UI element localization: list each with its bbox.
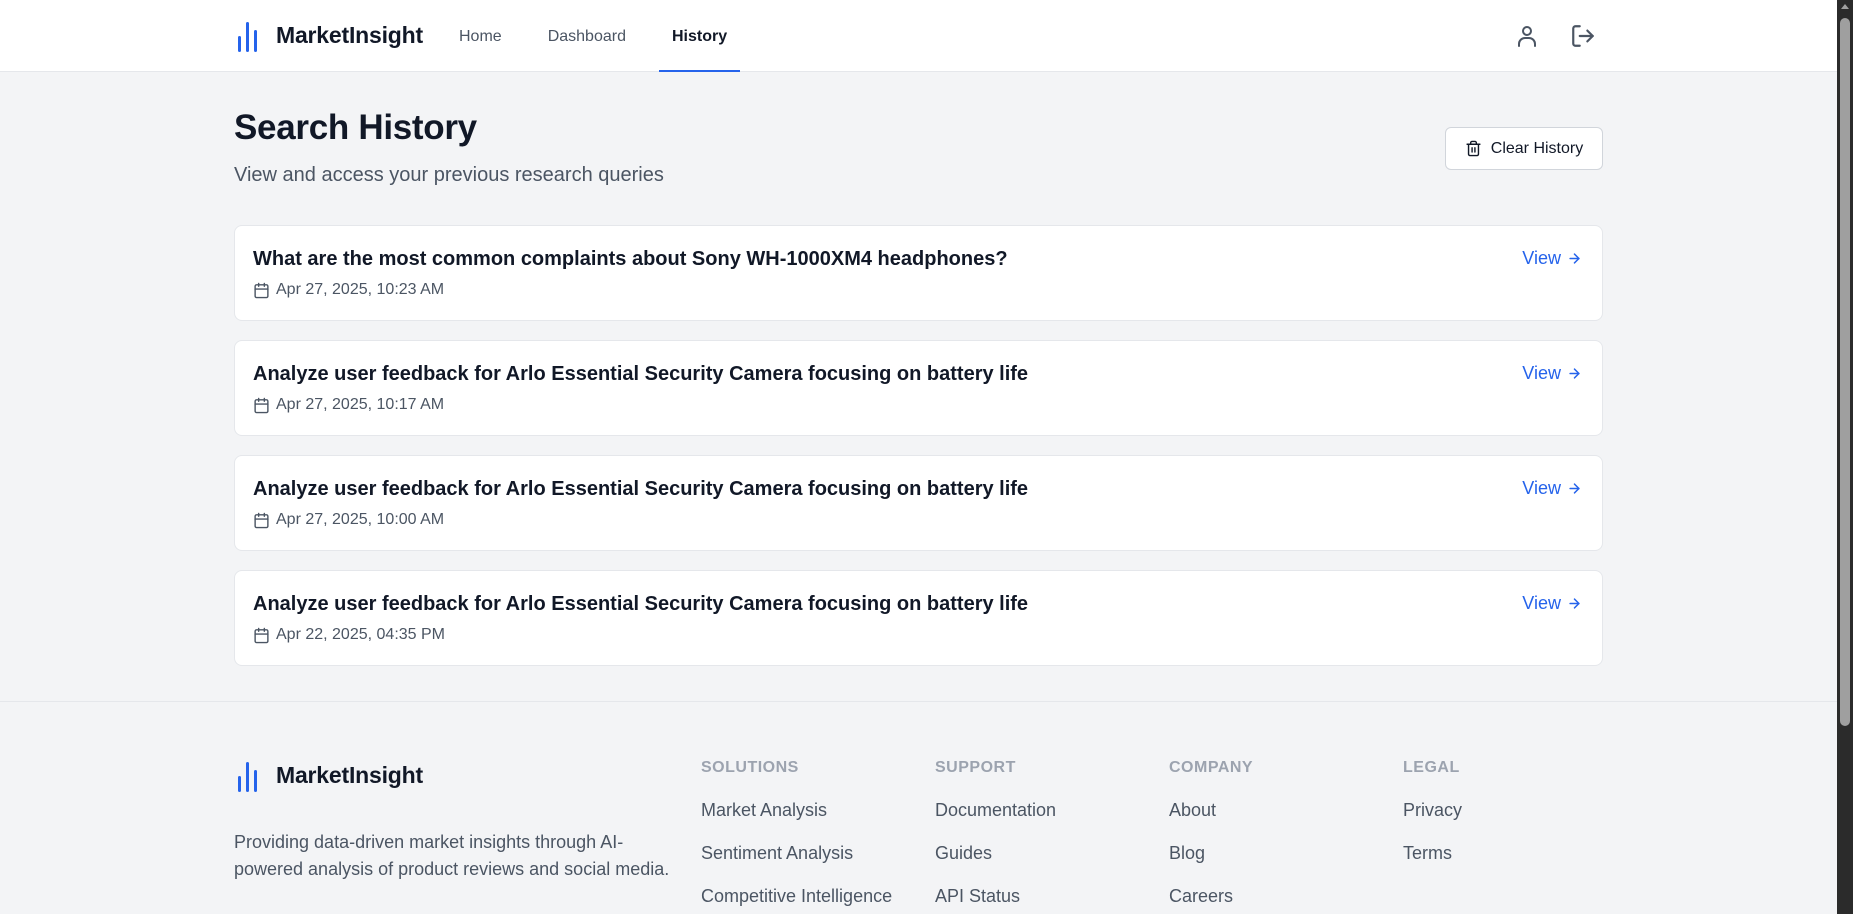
view-link-label: View [1522, 478, 1561, 498]
history-date-text: Apr 27, 2025, 10:00 AM [276, 511, 445, 528]
calendar-icon [254, 282, 269, 298]
header-actions [1513, 22, 1597, 50]
history-item: Analyze user feedback for Arlo Essential… [234, 340, 1603, 436]
view-link[interactable]: View [1522, 363, 1582, 384]
history-item: What are the most common complaints abou… [234, 225, 1603, 321]
footer-brand-name: MarketInsight [276, 761, 423, 788]
footer-link[interactable]: Terms [1403, 843, 1462, 864]
page: MarketInsight Home Dashboard History Sea… [0, 0, 1837, 914]
arrow-right-icon [1569, 483, 1580, 494]
footer-column-support: SUPPORT Documentation Guides API Status [935, 759, 1056, 914]
history-date: Apr 27, 2025, 10:17 AM [253, 396, 444, 414]
history-date: Apr 27, 2025, 10:00 AM [253, 511, 444, 529]
footer-column-legal: LEGAL Privacy Terms [1403, 759, 1462, 886]
history-query: What are the most common complaints abou… [253, 248, 1008, 270]
scrollbar-thumb[interactable] [1840, 18, 1850, 726]
history-date-text: Apr 27, 2025, 10:17 AM [276, 396, 445, 413]
history-date: Apr 27, 2025, 10:23 AM [253, 281, 444, 299]
page-title: Search History [234, 108, 477, 147]
footer-heading: COMPANY [1169, 759, 1254, 776]
arrow-right-icon [1569, 598, 1580, 609]
calendar-icon [254, 627, 269, 643]
footer-link[interactable]: Market Analysis [701, 800, 892, 821]
view-link[interactable]: View [1522, 248, 1582, 269]
footer-link[interactable]: Privacy [1403, 800, 1462, 821]
top-header: MarketInsight Home Dashboard History [0, 0, 1837, 72]
scroll-up-icon[interactable] [1841, 4, 1849, 9]
scrollbar[interactable] [1837, 0, 1853, 914]
footer-column-company: COMPANY About Blog Careers [1169, 759, 1253, 914]
footer-heading: LEGAL [1403, 759, 1460, 776]
trash-icon [1466, 140, 1481, 157]
view-link-label: View [1522, 363, 1561, 383]
history-date-text: Apr 22, 2025, 04:35 PM [276, 626, 445, 643]
footer-heading: SUPPORT [935, 759, 1016, 776]
user-icon[interactable] [1513, 22, 1541, 50]
footer-brand[interactable]: MarketInsight [234, 758, 423, 792]
history-item: Analyze user feedback for Arlo Essential… [234, 455, 1603, 551]
history-item: Analyze user feedback for Arlo Essential… [234, 570, 1603, 666]
history-date-text: Apr 27, 2025, 10:23 AM [276, 281, 445, 298]
page-subtitle: View and access your previous research q… [234, 164, 664, 186]
brand-logo[interactable]: MarketInsight [234, 18, 423, 52]
history-query: Analyze user feedback for Arlo Essential… [253, 593, 1029, 615]
footer-heading: SOLUTIONS [701, 759, 799, 776]
calendar-icon [254, 512, 269, 528]
clear-history-label: Clear History [1490, 139, 1584, 157]
footer-link[interactable]: API Status [935, 886, 1056, 907]
main-nav: Home Dashboard History [446, 0, 760, 72]
clear-history-button[interactable]: Clear History [1445, 127, 1603, 170]
view-link-label: View [1522, 248, 1561, 268]
footer-link[interactable]: Documentation [935, 800, 1056, 821]
footer-link[interactable]: Blog [1169, 843, 1253, 864]
footer-description: Providing data-driven market insights th… [234, 832, 670, 879]
arrow-right-icon [1569, 368, 1580, 379]
view-link[interactable]: View [1522, 478, 1582, 499]
brand-name: MarketInsight [276, 21, 423, 48]
footer-link[interactable]: Sentiment Analysis [701, 843, 892, 864]
nav-home[interactable]: Home [446, 0, 515, 72]
bar-chart-icon [234, 758, 264, 792]
nav-dashboard[interactable]: Dashboard [535, 0, 639, 72]
bar-chart-icon [234, 18, 264, 52]
site-footer: MarketInsight Providing data-driven mark… [0, 701, 1837, 914]
footer-link[interactable]: Competitive Intelligence [701, 886, 892, 907]
view-link-label: View [1522, 593, 1561, 613]
footer-link[interactable]: Careers [1169, 886, 1253, 907]
view-link[interactable]: View [1522, 593, 1582, 614]
footer-column-solutions: SOLUTIONS Market Analysis Sentiment Anal… [701, 759, 892, 914]
footer-link[interactable]: Guides [935, 843, 1056, 864]
nav-history[interactable]: History [658, 0, 741, 72]
history-list: What are the most common complaints abou… [234, 225, 1603, 685]
history-query: Analyze user feedback for Arlo Essential… [253, 478, 1029, 500]
history-date: Apr 22, 2025, 04:35 PM [253, 626, 445, 644]
arrow-right-icon [1569, 253, 1580, 264]
logout-icon[interactable] [1569, 22, 1597, 50]
history-query: Analyze user feedback for Arlo Essential… [253, 363, 1029, 385]
calendar-icon [254, 397, 269, 413]
footer-link[interactable]: About [1169, 800, 1253, 821]
